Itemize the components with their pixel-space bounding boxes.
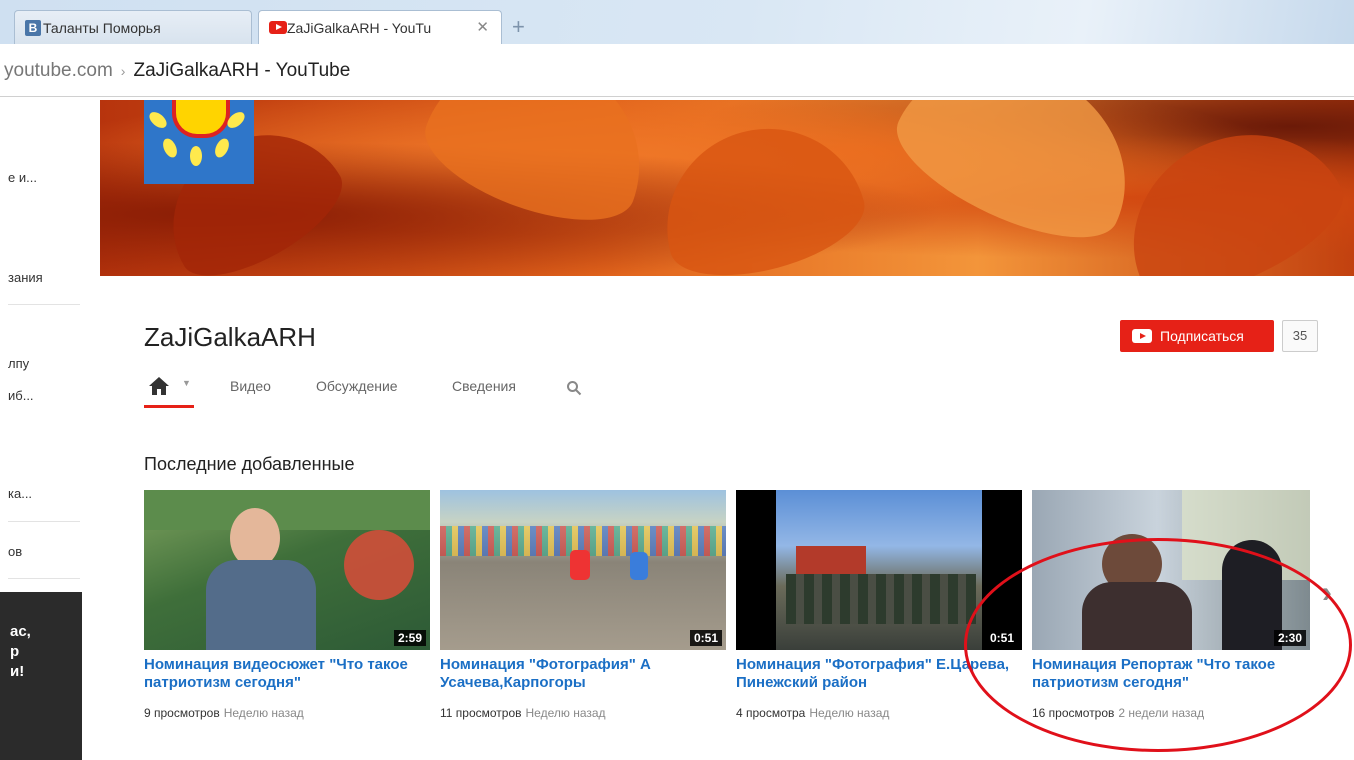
tab-youtube[interactable]: ZaJiGalkaARH - YouTu ✕ <box>258 10 502 44</box>
tab-label: Таланты Поморья <box>43 19 161 36</box>
video-upload-date: Неделю назад <box>525 706 606 720</box>
tab-about[interactable]: Сведения <box>452 378 516 394</box>
video-thumbnail[interactable]: 0:51 <box>440 490 726 650</box>
sidebar-divider <box>8 304 80 305</box>
address-separator: › <box>120 63 126 79</box>
vk-icon: B <box>25 20 41 36</box>
video-duration: 2:59 <box>393 630 426 646</box>
tab-videos[interactable]: Видео <box>230 378 271 394</box>
tab-label: ZaJiGalkaARH - YouTu <box>287 19 432 36</box>
video-views: 4 просмотра <box>736 706 806 720</box>
video-upload-date: Неделю назад <box>223 706 304 720</box>
video-meta: 4 просмотра Неделю назад <box>736 706 889 720</box>
close-tab-icon[interactable]: ✕ <box>476 18 489 36</box>
video-title-link[interactable]: Номинация "Фотография" А Усачева,Карпого… <box>440 656 732 692</box>
sidebar-item[interactable]: ка... <box>8 486 32 501</box>
section-title: Последние добавленные <box>144 454 355 474</box>
video-upload-date: Неделю назад <box>809 706 890 720</box>
address-domain: youtube.com <box>4 60 113 81</box>
tab-discussion[interactable]: Обсуждение <box>316 378 398 394</box>
promo-text: ас, р и! <box>10 623 31 680</box>
sidebar-divider <box>8 521 80 522</box>
video-meta: 11 просмотров Неделю назад <box>440 706 606 720</box>
chevron-down-icon: ▼ <box>182 378 191 388</box>
subscribe-label: Подписаться <box>1160 328 1244 344</box>
video-views: 9 просмотров <box>144 706 220 720</box>
tab-home[interactable]: ▼ <box>144 374 194 408</box>
video-views: 11 просмотров <box>440 706 522 720</box>
subscriber-count: 35 <box>1282 320 1318 352</box>
video-title-link[interactable]: Номинация видеосюжет "Что такое патриоти… <box>144 656 436 692</box>
tab-talanty-pomorya[interactable]: B Таланты Поморья <box>14 10 252 44</box>
sidebar-item[interactable]: ов <box>8 544 22 559</box>
annotation-circle <box>964 538 1352 752</box>
sidebar-item[interactable]: лпу <box>8 356 29 371</box>
video-thumbnail[interactable]: 2:59 <box>144 490 430 650</box>
youtube-icon <box>1132 329 1152 343</box>
address-text[interactable]: youtube.com › ZaJiGalkaARH - YouTube <box>4 60 350 82</box>
video-meta: 9 просмотров Неделю назад <box>144 706 304 720</box>
sun-logo-icon <box>172 100 230 138</box>
channel-logo[interactable] <box>144 100 254 184</box>
subscribe-button[interactable]: Подписаться <box>1120 320 1274 352</box>
video-duration: 0:51 <box>689 630 722 646</box>
sidebar-item[interactable]: иб... <box>8 388 34 403</box>
sidebar-item[interactable]: е и... <box>8 170 37 185</box>
youtube-icon <box>269 21 287 34</box>
channel-banner <box>100 100 1354 276</box>
search-icon[interactable] <box>566 380 582 396</box>
channel-name: ZaJiGalkaARH <box>144 322 316 352</box>
home-icon <box>149 377 169 395</box>
new-tab-button[interactable]: + <box>512 14 525 40</box>
sidebar-divider <box>8 578 80 579</box>
sidebar-item[interactable]: зания <box>8 270 43 285</box>
address-page-title: ZaJiGalkaARH - YouTube <box>133 60 351 81</box>
